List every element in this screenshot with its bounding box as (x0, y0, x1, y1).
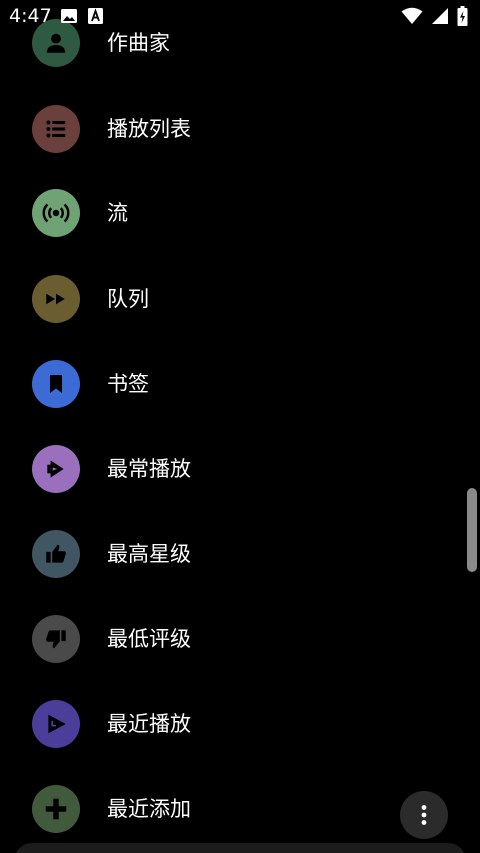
screen: 4:47 作曲家 播放列表 流 队列 书签 最常播放 最高星级 最低评级 最近播… (0, 0, 480, 853)
list-item-label: 最低评级 (107, 626, 191, 651)
list-item-label: 最常播放 (107, 456, 191, 481)
stream-icon (32, 188, 80, 237)
list-item-most-played[interactable]: 最常播放 (0, 426, 460, 511)
image-icon (61, 9, 77, 23)
list-item-label: 队列 (107, 286, 149, 311)
queue-fast-forward-icon (32, 274, 80, 323)
most-played-icon (32, 444, 80, 493)
more-vertical-icon (421, 805, 427, 825)
thumb-down-icon (32, 614, 80, 663)
battery-charging-icon (457, 6, 468, 26)
list-item-queue[interactable]: 队列 (0, 256, 460, 341)
bookmark-icon (32, 359, 80, 408)
status-time: 4:47 (9, 5, 52, 27)
status-bar: 4:47 (0, 0, 480, 34)
signal-icon (432, 8, 448, 24)
scrollbar-thumb[interactable] (467, 488, 477, 572)
list-item-label: 最高星级 (107, 541, 191, 566)
wifi-icon (401, 7, 423, 24)
list-item-lowest-rated[interactable]: 最低评级 (0, 596, 460, 681)
status-right-icons (401, 6, 468, 26)
thumb-up-icon (32, 529, 80, 578)
list-item-label: 播放列表 (107, 116, 191, 141)
list-item-recently-played[interactable]: 最近播放 (0, 681, 460, 766)
bottom-sheet-peek[interactable] (14, 843, 466, 853)
playlist-icon (32, 104, 80, 153)
list-item-label: 最近播放 (107, 711, 191, 736)
list-item-top-rated[interactable]: 最高星级 (0, 511, 460, 596)
list-item-playlists[interactable]: 播放列表 (0, 86, 460, 171)
list-item-label: 最近添加 (107, 796, 191, 821)
list-item-label: 流 (107, 200, 128, 225)
status-left-icons (60, 7, 104, 25)
list-item-bookmarks[interactable]: 书签 (0, 341, 460, 426)
list-item-recently-added[interactable]: 最近添加 (0, 766, 460, 851)
recently-played-icon (32, 699, 80, 748)
list-item-streams[interactable]: 流 (0, 170, 460, 255)
font-download-icon (88, 8, 103, 24)
list-item-label: 书签 (107, 371, 149, 396)
more-options-button[interactable] (400, 791, 448, 839)
add-icon (32, 784, 80, 833)
